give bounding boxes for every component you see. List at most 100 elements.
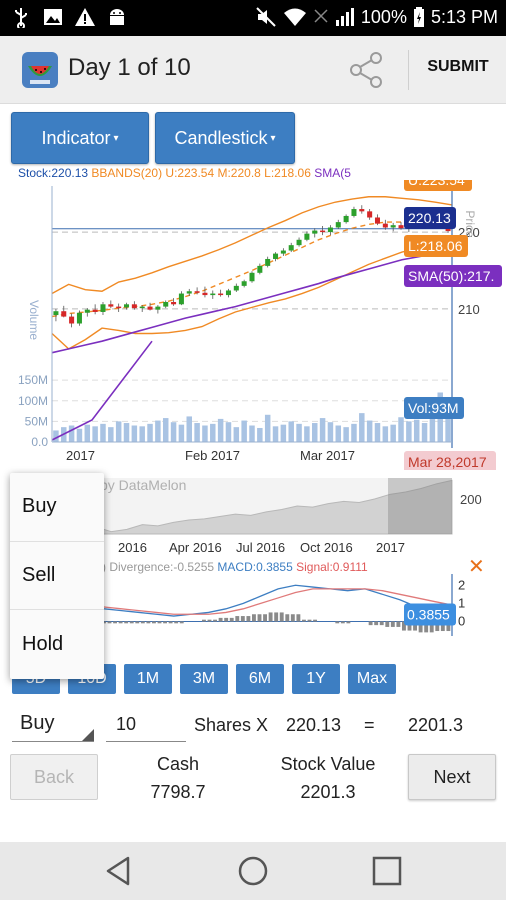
battery-icon <box>413 7 424 27</box>
macd-histogram-bar <box>374 621 379 626</box>
candle-body <box>108 304 114 307</box>
chart-info-line: Stock:220.13 BBANDS(20) U:223.54 M:220.8… <box>18 166 351 180</box>
overview-x-label: Oct 2016 <box>300 540 353 555</box>
price-value: 220.13 <box>286 715 342 735</box>
volume-bar <box>178 424 185 442</box>
volume-bar <box>343 427 349 442</box>
overview-x-label: Jul 2016 <box>236 540 285 555</box>
candle-body <box>304 233 310 240</box>
volume-axis-label: Volume <box>27 300 41 340</box>
macd-histogram-bar <box>313 619 317 622</box>
candle-body <box>139 306 145 309</box>
volume-bar <box>264 414 271 442</box>
macd-histogram-bar <box>157 621 162 624</box>
volume-bar <box>382 426 389 442</box>
indicator-button[interactable]: Indicator ▾ <box>11 112 149 164</box>
image-icon <box>44 9 62 25</box>
volume-bar <box>398 417 404 442</box>
volume-bar <box>327 422 334 442</box>
volume-bar <box>272 426 279 442</box>
volume-bar <box>304 426 310 442</box>
macd-histogram-bar <box>307 619 312 622</box>
macd-histogram-bar <box>107 621 112 624</box>
candle-body <box>218 293 224 296</box>
action-dropdown-menu: Buy Sell Hold <box>10 473 104 679</box>
volume-bar <box>257 427 263 442</box>
overview-x-label: Apr 2016 <box>169 540 222 555</box>
volume-bar <box>76 428 83 442</box>
shares-input[interactable]: 10 <box>106 706 186 742</box>
volume-bar <box>280 424 287 442</box>
volume-tag: Vol:93M <box>404 397 464 419</box>
volume-bar <box>249 425 255 442</box>
macd-histogram-bar <box>385 621 390 627</box>
volume-bar <box>202 425 208 442</box>
lower-band-tag-text: L:218.06 <box>408 238 463 254</box>
x-tick-label: Feb 2017 <box>185 448 240 463</box>
usb-icon <box>15 8 27 28</box>
macd-histogram-bar <box>263 614 267 622</box>
macd-histogram-bar <box>346 621 351 624</box>
menu-item-buy[interactable]: Buy <box>10 473 104 542</box>
share-icon[interactable] <box>346 50 386 90</box>
candle-body <box>296 239 302 246</box>
macd-histogram-bar <box>174 621 179 624</box>
macd-y-label: 0 <box>458 614 465 629</box>
range-button-1m[interactable]: 1M <box>124 664 172 694</box>
candle-body <box>53 311 59 316</box>
macd-histogram-bar <box>379 621 384 626</box>
total-value: 2201.3 <box>408 715 464 735</box>
macd-histogram-bar <box>240 616 245 622</box>
overview-x-label: 2017 <box>376 540 405 555</box>
macd-histogram-bar <box>202 619 206 622</box>
range-button-3m[interactable]: 3M <box>180 664 228 694</box>
volume-bar <box>217 418 224 442</box>
volume-bars <box>53 392 451 442</box>
macd-histogram-bar <box>396 621 401 627</box>
y-tick-label: 210 <box>458 302 480 317</box>
volume-tick-label: 50M <box>25 414 48 428</box>
macd-histogram-bar <box>224 617 229 622</box>
macd-histogram-bar <box>235 616 240 622</box>
volume-bar <box>241 420 247 442</box>
candle-body <box>351 209 357 216</box>
volume-bar <box>155 420 161 442</box>
volume-bar <box>296 423 302 442</box>
next-button[interactable]: Next <box>408 754 496 800</box>
action-select-value: Buy <box>20 712 55 734</box>
indicator-lines <box>51 196 453 441</box>
candle-body <box>265 258 271 266</box>
back-nav-icon[interactable] <box>102 854 136 888</box>
volume-bar <box>413 419 420 442</box>
action-select[interactable]: Buy <box>12 706 94 742</box>
range-button-max[interactable]: Max <box>348 664 396 694</box>
menu-item-sell[interactable]: Sell <box>10 542 104 611</box>
volume-bar <box>359 413 365 442</box>
volume-bar <box>390 424 396 442</box>
macd-histogram-bar <box>296 614 301 622</box>
warning-icon <box>75 8 95 26</box>
price-chart[interactable]: 2102200.050M100M150MVolumePrice2017 Feb 2… <box>0 180 506 470</box>
battery-percent: 100% <box>360 6 407 27</box>
volume-bar <box>406 421 412 442</box>
volume-bar <box>115 421 122 442</box>
volume-bar <box>92 426 98 442</box>
volume-bar <box>139 426 145 442</box>
upper-band-tag-text: U:223.54 <box>408 180 465 188</box>
range-button-6m[interactable]: 6M <box>236 664 284 694</box>
overview-selection <box>388 478 452 534</box>
macd-histogram-bar <box>302 619 306 622</box>
candle-body <box>359 209 365 212</box>
menu-item-hold[interactable]: Hold <box>10 610 104 679</box>
macd-histogram-bar <box>290 614 295 622</box>
submit-button[interactable]: SUBMIT <box>418 58 498 84</box>
macd-histogram-bar <box>179 621 184 624</box>
chart-type-button[interactable]: Candlestick ▾ <box>155 112 295 164</box>
home-nav-icon[interactable] <box>236 854 270 888</box>
recents-nav-icon[interactable] <box>370 854 404 888</box>
back-button[interactable]: Back <box>10 754 98 800</box>
range-button-1y[interactable]: 1Y <box>292 664 340 694</box>
volume-tick-label: 150M <box>18 373 48 387</box>
appbar-divider <box>408 50 409 90</box>
candle-body <box>398 225 404 229</box>
